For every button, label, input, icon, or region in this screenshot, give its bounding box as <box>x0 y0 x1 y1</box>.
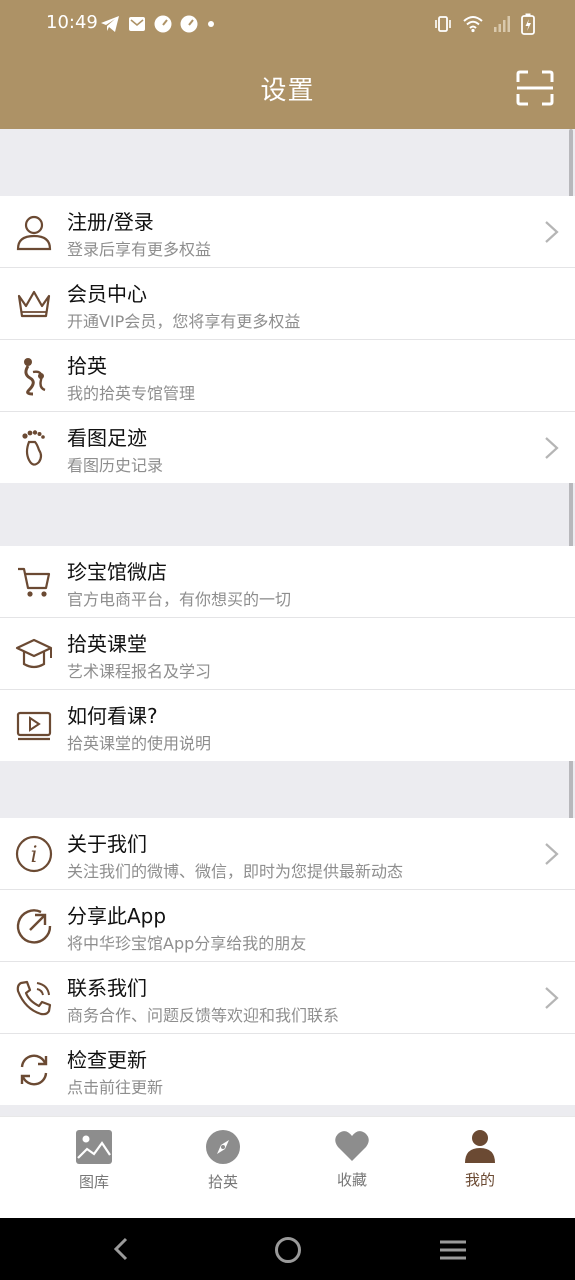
settings-group-account: 注册/登录 登录后享有更多权益 会员中心 开通VIP会员，您将享有更多权益 拾英… <box>0 196 575 483</box>
battery-icon <box>521 13 535 35</box>
list-item-login[interactable]: 注册/登录 登录后享有更多权益 <box>0 196 575 268</box>
list-item-shiying[interactable]: 拾英 我的拾英专馆管理 <box>0 340 575 412</box>
share-icon <box>14 906 54 946</box>
list-item-classroom[interactable]: 拾英课堂 艺术课程报名及学习 <box>0 618 575 690</box>
item-title: 如何看课? <box>67 704 158 728</box>
item-title: 关于我们 <box>67 832 147 856</box>
item-title: 看图足迹 <box>67 426 147 450</box>
app-header: 设置 <box>0 48 575 129</box>
list-item-how-to-watch[interactable]: 如何看课? 拾英课堂的使用说明 <box>0 690 575 761</box>
item-title: 分享此App <box>67 904 167 928</box>
tab-gallery[interactable]: 图库 <box>34 1129 154 1192</box>
tab-label: 图库 <box>78 1173 109 1191</box>
tab-mine[interactable]: 我的 <box>420 1129 540 1190</box>
list-item-membership[interactable]: 会员中心 开通VIP会员，您将享有更多权益 <box>0 268 575 340</box>
scan-icon[interactable] <box>516 70 554 106</box>
footprint-icon <box>14 428 54 468</box>
gallery-icon <box>76 1130 112 1164</box>
item-title: 拾英课堂 <box>67 632 147 656</box>
heart-icon <box>335 1131 369 1161</box>
info-icon: i <box>14 834 54 874</box>
home-icon[interactable] <box>274 1236 302 1264</box>
item-subtitle: 商务合作、问题反馈等欢迎和我们联系 <box>67 1006 340 1025</box>
dot-icon <box>208 21 214 27</box>
item-title: 会员中心 <box>67 282 147 306</box>
svg-text:i: i <box>30 843 37 868</box>
item-subtitle: 关注我们的微博、微信，即时为您提供最新动态 <box>67 862 404 881</box>
mail-icon <box>129 17 145 31</box>
settings-group-courses: 珍宝馆微店 官方电商平台，有你想买的一切 拾英课堂 艺术课程报名及学习 如何看课… <box>0 546 575 761</box>
item-subtitle: 艺术课程报名及学习 <box>67 662 212 681</box>
item-title: 拾英 <box>67 354 107 378</box>
user-icon <box>14 212 54 252</box>
item-subtitle: 开通VIP会员，您将享有更多权益 <box>67 312 301 331</box>
item-title: 检查更新 <box>67 1048 147 1072</box>
recent-apps-icon[interactable] <box>439 1239 467 1261</box>
item-subtitle: 看图历史记录 <box>67 456 164 475</box>
tab-label: 收藏 <box>336 1171 367 1189</box>
tab-label: 我的 <box>464 1171 495 1189</box>
video-play-icon <box>14 706 54 746</box>
item-title: 联系我们 <box>67 976 147 1000</box>
bottom-nav: 图库 拾英 收藏 我的 <box>0 1116 575 1219</box>
wifi-icon <box>463 16 483 33</box>
item-subtitle: 拾英课堂的使用说明 <box>67 734 212 753</box>
item-title: 珍宝馆微店 <box>67 560 167 584</box>
tab-shiying[interactable]: 拾英 <box>163 1129 283 1192</box>
chevron-right-icon <box>545 843 559 865</box>
list-item-check-update[interactable]: 检查更新 点击前往更新 <box>0 1034 575 1105</box>
item-subtitle: 官方电商平台，有你想买的一切 <box>67 590 292 609</box>
vibrate-icon <box>435 16 451 32</box>
status-bar: 10:49 <box>0 0 575 48</box>
list-item-contact-us[interactable]: 联系我们 商务合作、问题反馈等欢迎和我们联系 <box>0 962 575 1034</box>
list-item-share-app[interactable]: 分享此App 将中华珍宝馆App分享给我的朋友 <box>0 890 575 962</box>
chevron-right-icon <box>545 221 559 243</box>
status-time: 10:49 <box>46 12 98 33</box>
chevron-right-icon <box>545 437 559 459</box>
item-title: 注册/登录 <box>67 210 154 234</box>
graduation-cap-icon <box>14 634 54 674</box>
speedometer-icon <box>154 15 172 33</box>
item-subtitle: 我的拾英专馆管理 <box>67 384 196 403</box>
list-item-store[interactable]: 珍宝馆微店 官方电商平台，有你想买的一切 <box>0 546 575 618</box>
shopping-cart-icon <box>14 562 54 602</box>
tab-favorites[interactable]: 收藏 <box>292 1129 412 1190</box>
chevron-right-icon <box>545 987 559 1009</box>
system-nav-bar <box>0 1218 575 1280</box>
system-status-icons <box>433 12 535 36</box>
refresh-icon <box>14 1050 54 1090</box>
speedometer-icon-2 <box>180 15 198 33</box>
tab-label: 拾英 <box>207 1173 238 1191</box>
crown-icon <box>14 284 54 324</box>
page-title: 设置 <box>260 76 315 106</box>
shiying-logo-icon <box>14 356 54 396</box>
compass-icon <box>206 1130 240 1164</box>
list-item-about-us[interactable]: i 关于我们 关注我们的微博、微信，即时为您提供最新动态 <box>0 818 575 890</box>
list-item-footprint[interactable]: 看图足迹 看图历史记录 <box>0 412 575 483</box>
telegram-icon <box>101 16 119 32</box>
signal-icon <box>494 16 510 32</box>
item-subtitle: 登录后享有更多权益 <box>67 240 212 259</box>
notification-icons <box>100 13 216 35</box>
phone-icon <box>14 978 54 1018</box>
item-subtitle: 点击前往更新 <box>67 1078 164 1097</box>
back-icon[interactable] <box>111 1237 131 1261</box>
settings-group-about: i 关于我们 关注我们的微博、微信，即时为您提供最新动态 分享此App 将中华珍… <box>0 818 575 1105</box>
person-icon <box>465 1130 495 1163</box>
item-subtitle: 将中华珍宝馆App分享给我的朋友 <box>67 934 307 953</box>
